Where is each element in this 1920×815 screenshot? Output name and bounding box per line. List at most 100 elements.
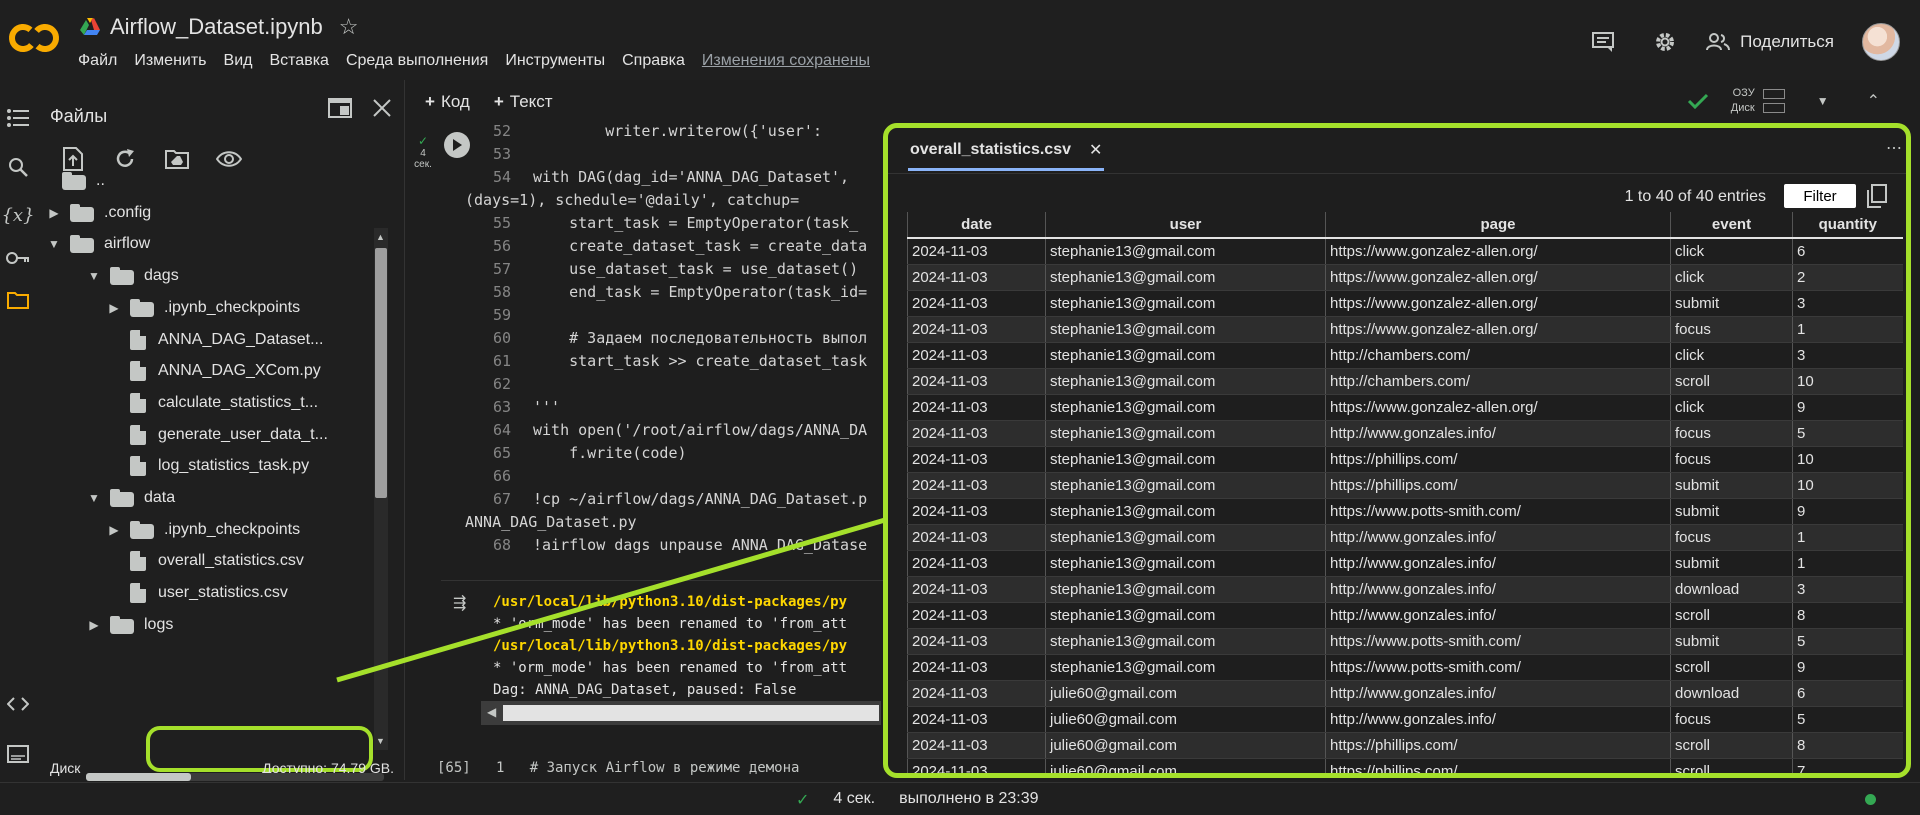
copy-icon[interactable] [1866, 184, 1888, 208]
table-row[interactable]: 2024-11-03 stephanie13@gmail.com http://ww… [907, 576, 1903, 603]
chevron-right-icon[interactable]: ▶ [104, 301, 124, 315]
eye-icon[interactable] [216, 146, 242, 172]
menu-view[interactable]: Вид [224, 52, 262, 70]
tree-file[interactable]: generate_user_data_t... [96, 419, 328, 451]
column-header-event[interactable]: event [1670, 212, 1793, 239]
code-snippets-icon[interactable] [4, 690, 32, 718]
cell-date: 2024-11-03 [907, 316, 1046, 343]
tree-folder[interactable]: ▶ logs [76, 609, 173, 641]
table-row[interactable]: 2024-11-03 julie60@gmail.com https://phill… [907, 732, 1903, 759]
menu-runtime[interactable]: Среда выполнения [346, 52, 497, 70]
cell-user: julie60@gmail.com [1045, 732, 1326, 759]
variables-icon[interactable]: {x} [1, 201, 34, 229]
cell-user: stephanie13@gmail.com [1045, 446, 1326, 473]
cell-event: click [1670, 238, 1793, 265]
comment-icon[interactable] [1586, 25, 1620, 59]
toc-icon[interactable] [4, 104, 32, 132]
chevron-right-icon[interactable]: ▶ [104, 523, 124, 537]
top-header: Airflow_Dataset.ipynb ☆ Файл Изменить Ви… [0, 0, 1920, 80]
tree-folder[interactable]: ▶ .ipynb_checkpoints [96, 514, 300, 546]
table-row[interactable]: 2024-11-03 stephanie13@gmail.com https://w… [907, 498, 1903, 525]
table-row[interactable]: 2024-11-03 stephanie13@gmail.com http://ch… [907, 342, 1903, 369]
table-row[interactable]: 2024-11-03 stephanie13@gmail.com https://w… [907, 238, 1903, 265]
share-button[interactable]: Поделиться [1706, 32, 1834, 52]
file-tree-scrollbar[interactable]: ▲ ▼ [374, 228, 388, 750]
table-row[interactable]: 2024-11-03 julie60@gmail.com https://phill… [907, 758, 1903, 773]
refresh-icon[interactable] [112, 146, 138, 172]
connection-status-icon[interactable] [1865, 794, 1876, 805]
chevron-down-icon[interactable]: ▼ [84, 269, 104, 283]
chevron-down-icon[interactable]: ▼ [1817, 94, 1829, 108]
column-header-user[interactable]: user [1045, 212, 1326, 239]
table-row[interactable]: 2024-11-03 stephanie13@gmail.com https://w… [907, 394, 1903, 421]
chevron-down-icon[interactable]: ▼ [44, 237, 64, 251]
code-editor[interactable]: 52 writer.writerow({'user': 53 54 with DAG… [465, 120, 867, 557]
new-window-icon[interactable] [328, 98, 352, 118]
table-row[interactable]: 2024-11-03 stephanie13@gmail.com http://ww… [907, 524, 1903, 551]
table-row[interactable]: 2024-11-03 stephanie13@gmail.com https://p… [907, 472, 1903, 499]
menu-help[interactable]: Справка [622, 52, 694, 70]
chevron-right-icon[interactable]: ▶ [44, 206, 64, 220]
chevron-down-icon[interactable]: ▼ [84, 491, 104, 505]
terminal-icon[interactable] [4, 740, 32, 768]
table-row[interactable]: 2024-11-03 stephanie13@gmail.com https://w… [907, 628, 1903, 655]
tree-folder[interactable]: .. [62, 165, 105, 197]
output-horizontal-scrollbar[interactable]: ◀ [481, 701, 881, 725]
table-row[interactable]: 2024-11-03 stephanie13@gmail.com http://ww… [907, 550, 1903, 577]
table-row[interactable]: 2024-11-03 stephanie13@gmail.com https://w… [907, 290, 1903, 317]
chevron-right-icon[interactable]: ▶ [84, 618, 104, 632]
tree-file[interactable]: log_statistics_task.py [96, 450, 309, 482]
avatar[interactable] [1862, 23, 1900, 61]
star-icon[interactable]: ☆ [339, 14, 359, 40]
table-row[interactable]: 2024-11-03 julie60@gmail.com http://www.go… [907, 706, 1903, 733]
column-header-page[interactable]: page [1325, 212, 1671, 239]
menu-insert[interactable]: Вставка [269, 52, 337, 70]
menu-tools[interactable]: Инструменты [505, 52, 614, 70]
next-cell-preview[interactable]: [65] 1 # Запуск Airflow в режиме демона [437, 760, 799, 776]
resource-monitor[interactable]: ОЗУ Диск ▼ ⌃ [1687, 86, 1880, 116]
add-code-button[interactable]: + Код [425, 92, 470, 112]
saved-status[interactable]: Изменения сохранены [702, 52, 879, 70]
table-row[interactable]: 2024-11-03 stephanie13@gmail.com https://w… [907, 316, 1903, 343]
tree-file[interactable]: calculate_statistics_t... [96, 387, 318, 419]
table-row[interactable]: 2024-11-03 stephanie13@gmail.com http://ch… [907, 368, 1903, 395]
more-icon[interactable]: ⋯ [1886, 138, 1902, 158]
tree-file[interactable]: user_statistics.csv [96, 577, 288, 609]
table-row[interactable]: 2024-11-03 stephanie13@gmail.com https://p… [907, 446, 1903, 473]
close-icon[interactable] [372, 98, 392, 118]
notebook-title[interactable]: Airflow_Dataset.ipynb [110, 14, 323, 40]
table-row[interactable]: 2024-11-03 stephanie13@gmail.com https://w… [907, 654, 1903, 681]
search-icon[interactable] [4, 153, 32, 181]
column-header-date[interactable]: date [907, 212, 1046, 239]
folder-icon[interactable] [4, 286, 32, 314]
tree-file[interactable]: ANNA_DAG_XCom.py [96, 355, 321, 387]
folder-icon [110, 489, 134, 507]
settings-gear-icon[interactable] [1648, 25, 1682, 59]
table-row[interactable]: 2024-11-03 stephanie13@gmail.com https://w… [907, 264, 1903, 291]
tree-file[interactable]: ANNA_DAG_Dataset... [96, 324, 323, 356]
mount-drive-icon[interactable] [164, 146, 190, 172]
menu-edit[interactable]: Изменить [134, 52, 215, 70]
tree-folder[interactable]: ▶ .ipynb_checkpoints [96, 292, 300, 324]
colab-logo[interactable] [8, 18, 60, 58]
menu-file[interactable]: Файл [78, 52, 126, 70]
chevron-up-icon[interactable]: ⌃ [1867, 91, 1880, 111]
add-text-button[interactable]: + Текст [494, 92, 553, 112]
tree-folder[interactable]: ▼ data [76, 482, 175, 514]
output-icon[interactable]: ⇶ [453, 593, 466, 613]
column-header-quantity[interactable]: quantity [1792, 212, 1903, 239]
tree-folder[interactable]: ▶ .config [36, 197, 151, 229]
table-row[interactable]: 2024-11-03 stephanie13@gmail.com http://ww… [907, 602, 1903, 629]
key-icon[interactable] [4, 244, 32, 272]
cell-page: https://www.gonzalez-allen.org/ [1325, 394, 1671, 421]
table-row[interactable]: 2024-11-03 julie60@gmail.com http://www.go… [907, 680, 1903, 707]
tree-folder[interactable]: ▼ dags [76, 260, 179, 292]
cell-quantity: 9 [1792, 394, 1903, 421]
close-icon[interactable]: ✕ [1089, 140, 1102, 160]
code-line: 68 !airflow dags unpause ANNA_DAG_Datase [465, 534, 867, 557]
table-row[interactable]: 2024-11-03 stephanie13@gmail.com http://ww… [907, 420, 1903, 447]
filter-button[interactable]: Filter [1784, 184, 1856, 208]
csv-tab[interactable]: overall_statistics.csv ✕ [910, 140, 1102, 160]
tree-file[interactable]: overall_statistics.csv [96, 545, 304, 577]
tree-folder[interactable]: ▼ airflow [36, 228, 150, 260]
